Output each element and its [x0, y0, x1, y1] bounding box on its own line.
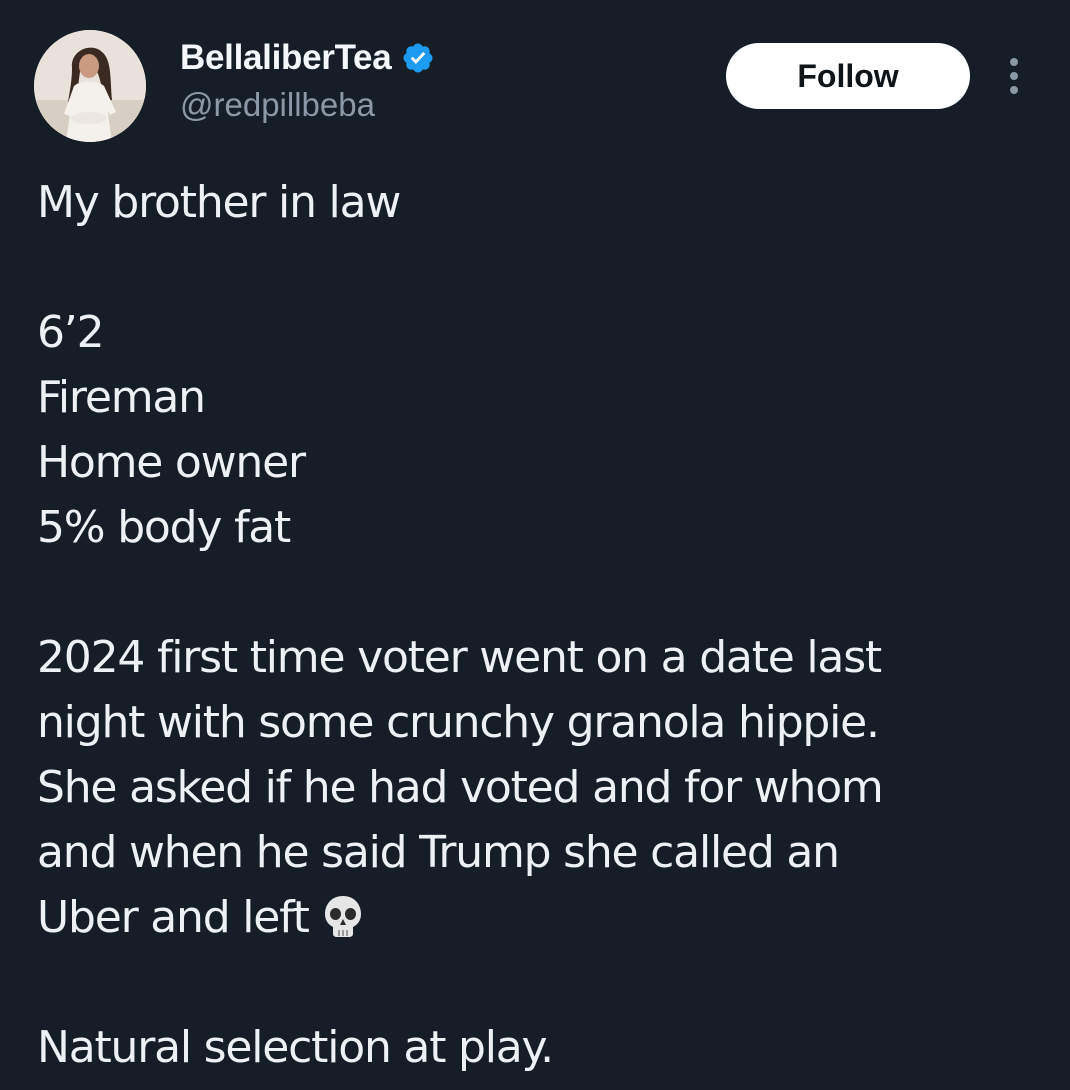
tweet-line: Fireman [37, 372, 206, 423]
tweet-line-with-emoji: Uber and left [37, 885, 1037, 950]
tweet-text: My brother in law 6’2 Fireman Home owner… [37, 170, 1037, 1080]
tweet-line: Uber and left [37, 892, 310, 943]
follow-button[interactable]: Follow [726, 43, 970, 109]
display-name-row: BellaliberTea [180, 36, 435, 80]
verified-badge-icon [403, 43, 433, 73]
tweet-line: 5% body fat [37, 502, 291, 553]
avatar-image [34, 30, 146, 142]
tweet-line: Natural selection at play. [37, 1022, 554, 1073]
display-name[interactable]: BellaliberTea [180, 38, 392, 78]
tweet-line: 6’2 [37, 307, 105, 358]
tweet-card: BellaliberTea @redpillbeba Follow My bro… [0, 0, 1070, 1090]
tweet-line: and when he said Trump she called an [37, 827, 840, 878]
user-handle[interactable]: @redpillbeba [180, 86, 375, 124]
avatar[interactable] [34, 30, 146, 142]
more-vertical-icon[interactable] [1000, 54, 1028, 98]
tweet-line: My brother in law [37, 177, 401, 228]
skull-emoji-icon [324, 896, 361, 937]
tweet-line: Home owner [37, 437, 306, 488]
tweet-line: night with some crunchy granola hippie. [37, 697, 880, 748]
tweet-line: 2024 first time voter went on a date las… [37, 632, 882, 683]
tweet-line: She asked if he had voted and for whom [37, 762, 884, 813]
